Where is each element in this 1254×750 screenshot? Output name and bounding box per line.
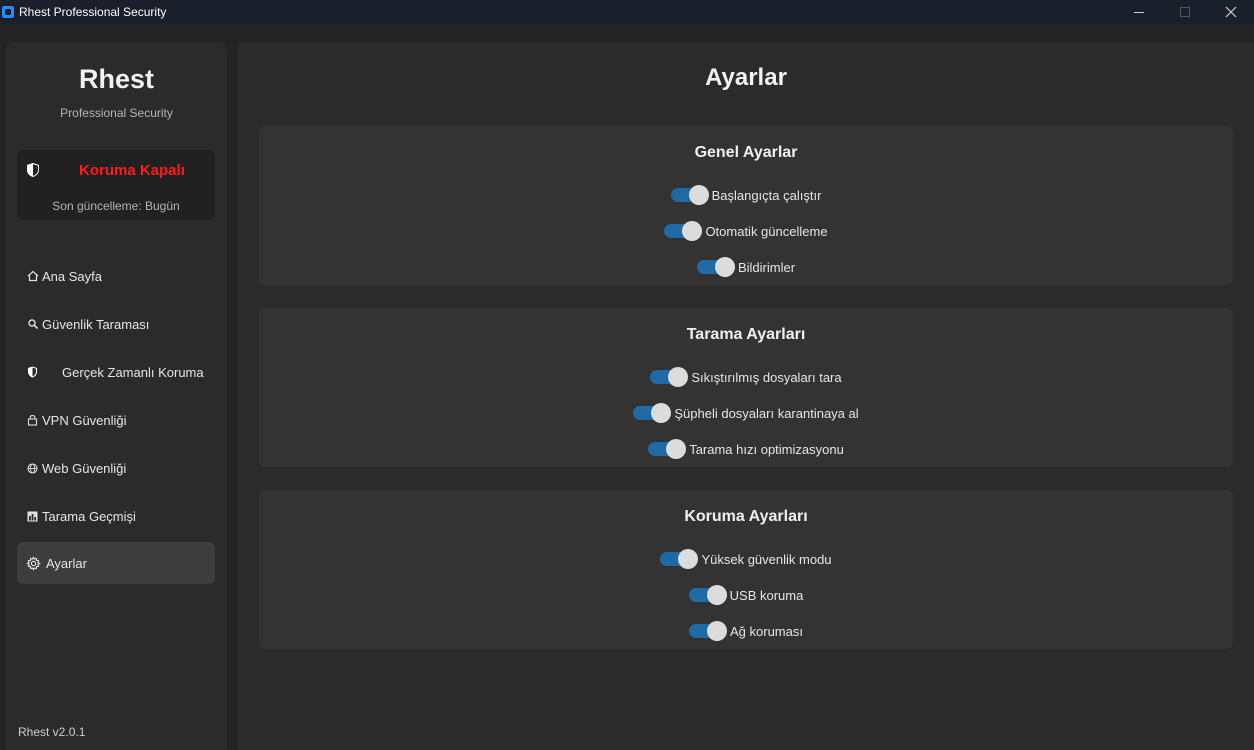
last-update-text: Son güncelleme: Bugün bbox=[52, 199, 180, 213]
setting-label: Tarama hızı optimizasyonu bbox=[689, 441, 844, 457]
magnifier-icon bbox=[26, 318, 39, 331]
setting-row: USB koruma bbox=[259, 585, 1233, 605]
brand-title: Rhest bbox=[78, 64, 154, 94]
protection-settings-section: Koruma Ayarları Yüksek güvenlik modu USB… bbox=[259, 490, 1233, 649]
high-security-mode-toggle[interactable] bbox=[660, 549, 699, 569]
title-bar: Rhest Professional Security bbox=[0, 0, 1254, 24]
setting-label: Yüksek güvenlik modu bbox=[701, 551, 832, 567]
app-logo-icon bbox=[2, 6, 14, 18]
setting-label: Bildirimler bbox=[737, 259, 796, 275]
sidebar-item-label: Gerçek Zamanlı Koruma bbox=[62, 364, 204, 380]
sidebar-item-security-scan[interactable]: Güvenlik Taraması bbox=[17, 303, 215, 345]
shield-icon bbox=[26, 366, 39, 379]
toggle-knob bbox=[688, 185, 709, 205]
house-icon bbox=[26, 270, 39, 283]
section-title: Tarama Ayarları bbox=[686, 326, 806, 343]
setting-row: Yüksek güvenlik modu bbox=[259, 549, 1233, 569]
scan-speed-optimization-toggle[interactable] bbox=[648, 439, 687, 459]
toggle-knob bbox=[678, 549, 699, 569]
sidebar-item-web-security[interactable]: Web Güvenliği bbox=[17, 447, 215, 489]
toggle-knob bbox=[706, 585, 727, 605]
window-title: Rhest Professional Security bbox=[19, 5, 167, 19]
auto-update-toggle[interactable] bbox=[664, 221, 703, 241]
toggle-knob bbox=[682, 221, 703, 241]
setting-label: Şüpheli dosyaları karantinaya al bbox=[674, 405, 859, 421]
toggle-knob bbox=[668, 367, 689, 387]
section-title: Koruma Ayarları bbox=[684, 508, 808, 525]
sidebar-item-label: Güvenlik Taraması bbox=[42, 316, 150, 332]
lock-icon bbox=[26, 414, 39, 427]
quarantine-suspicious-toggle[interactable] bbox=[633, 403, 672, 423]
sidebar-item-realtime-protection[interactable]: Gerçek Zamanlı Koruma bbox=[17, 351, 215, 393]
setting-row: Şüpheli dosyaları karantinaya al bbox=[259, 403, 1233, 423]
scan-settings-section: Tarama Ayarları Sıkıştırılmış dosyaları … bbox=[259, 308, 1233, 467]
sidebar-item-label: Ana Sayfa bbox=[42, 268, 102, 284]
maximize-button[interactable] bbox=[1162, 0, 1208, 24]
toggle-knob bbox=[714, 257, 735, 277]
version-label: Rhest v2.0.1 bbox=[18, 725, 86, 739]
maximize-icon bbox=[1180, 7, 1190, 17]
usb-protection-toggle[interactable] bbox=[688, 585, 727, 605]
sidebar-item-settings[interactable]: Ayarlar bbox=[17, 542, 215, 584]
settings-panel: Ayarlar Genel Ayarlar Başlangıçta çalışt… bbox=[238, 42, 1254, 750]
page-title: Ayarlar bbox=[705, 64, 787, 91]
sidebar-item-label: VPN Güvenliği bbox=[42, 412, 127, 428]
setting-row: Otomatik güncelleme bbox=[259, 221, 1233, 241]
setting-row: Başlangıçta çalıştır bbox=[259, 185, 1233, 205]
sidebar-item-home[interactable]: Ana Sayfa bbox=[17, 255, 215, 297]
sidebar-item-label: Web Güvenliği bbox=[42, 460, 127, 476]
globe-icon bbox=[26, 462, 39, 475]
section-title: Genel Ayarlar bbox=[694, 144, 798, 161]
sidebar-item-label: Tarama Geçmişi bbox=[42, 508, 136, 524]
setting-row: Tarama hızı optimizasyonu bbox=[259, 439, 1233, 459]
protection-status-label: Koruma Kapalı bbox=[79, 162, 185, 179]
scan-compressed-files-toggle[interactable] bbox=[650, 367, 689, 387]
sidebar-item-vpn[interactable]: VPN Güvenliği bbox=[17, 399, 215, 441]
network-protection-toggle[interactable] bbox=[689, 621, 727, 641]
brand-subtitle: Professional Security bbox=[60, 106, 173, 120]
window-controls bbox=[1116, 0, 1254, 24]
sidebar: Rhest Professional Security Koruma Kapal… bbox=[6, 42, 227, 750]
minimize-button[interactable] bbox=[1116, 0, 1162, 24]
toggle-knob bbox=[707, 621, 727, 641]
setting-row: Ağ koruması bbox=[259, 621, 1233, 641]
notifications-toggle[interactable] bbox=[696, 257, 735, 277]
setting-label: Otomatik güncelleme bbox=[705, 223, 828, 239]
gear-icon bbox=[26, 555, 41, 571]
setting-row: Sıkıştırılmış dosyaları tara bbox=[259, 367, 1233, 387]
protection-status-card: Koruma Kapalı Son güncelleme: Bugün bbox=[17, 150, 215, 220]
setting-label: USB koruma bbox=[729, 587, 804, 603]
run-at-startup-toggle[interactable] bbox=[670, 185, 709, 205]
shield-icon bbox=[27, 163, 39, 177]
toggle-knob bbox=[651, 403, 672, 423]
general-settings-section: Genel Ayarlar Başlangıçta çalıştır Otoma… bbox=[259, 126, 1233, 285]
setting-label: Ağ koruması bbox=[730, 623, 803, 639]
sidebar-item-scan-history[interactable]: Tarama Geçmişi bbox=[17, 495, 215, 537]
setting-row: Bildirimler bbox=[259, 257, 1233, 277]
chart-icon bbox=[26, 510, 39, 523]
setting-label: Başlangıçta çalıştır bbox=[711, 187, 822, 203]
minimize-icon bbox=[1134, 11, 1144, 13]
toggle-knob bbox=[666, 439, 687, 459]
setting-label: Sıkıştırılmış dosyaları tara bbox=[691, 369, 842, 385]
close-button[interactable] bbox=[1208, 0, 1254, 24]
close-icon bbox=[1225, 6, 1237, 18]
sidebar-item-label: Ayarlar bbox=[46, 555, 87, 571]
